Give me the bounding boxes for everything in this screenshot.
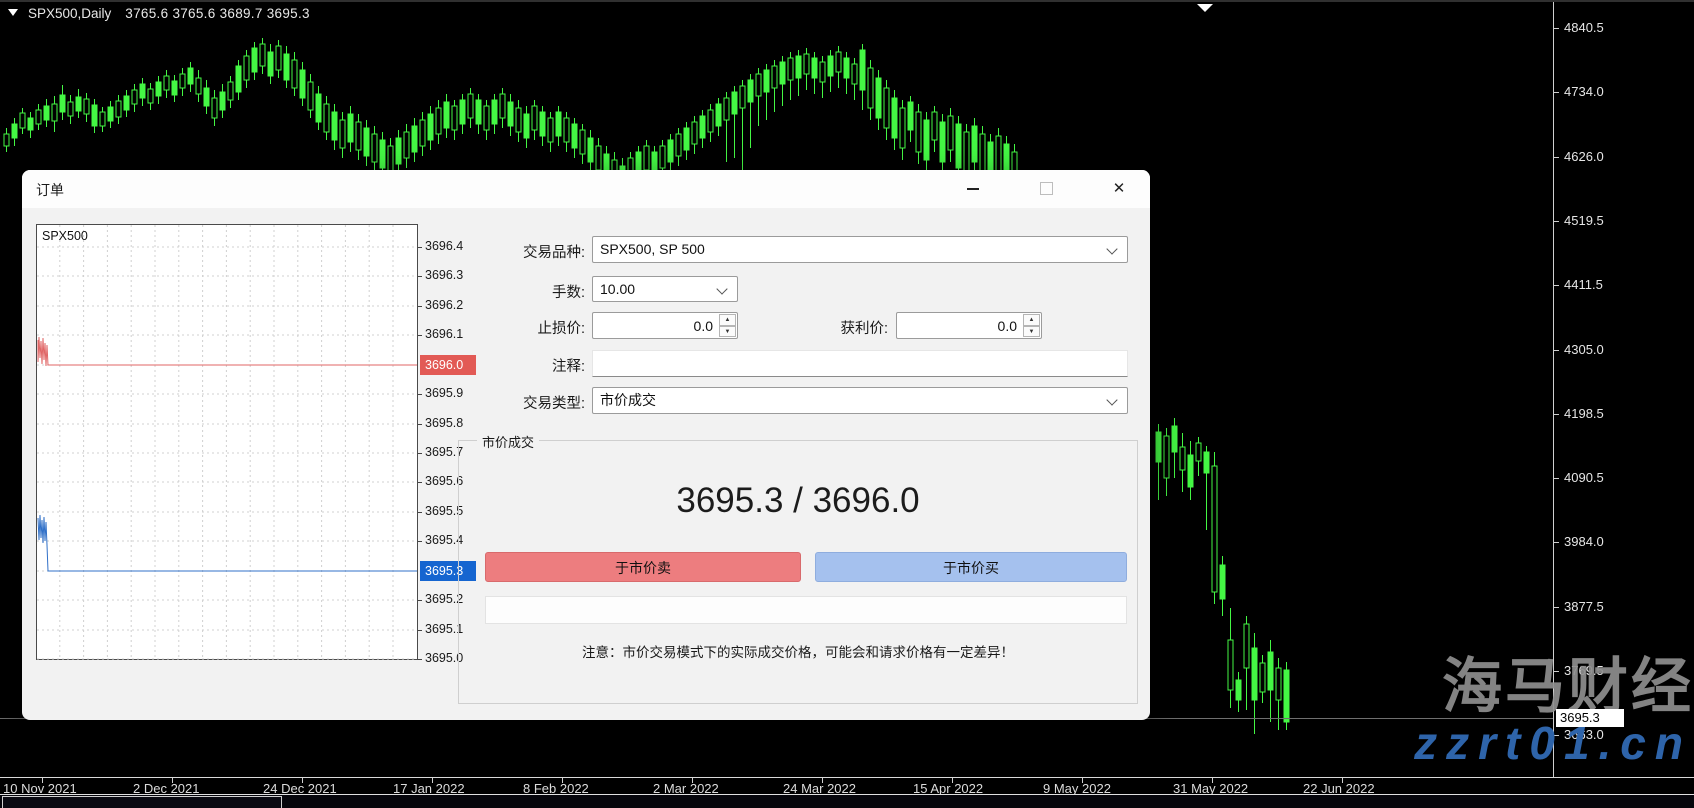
price-axis-label: 4840.5 — [1564, 20, 1604, 35]
takeprofit-field-label: 获利价: — [728, 317, 888, 338]
price-axis-tick — [1554, 92, 1559, 93]
ohlc-values: 3765.6 3765.6 3689.7 3695.3 — [125, 6, 310, 21]
price-axis-label: 4305.0 — [1564, 342, 1604, 357]
price-axis-tick — [1554, 285, 1559, 286]
tick-scale-mark — [418, 424, 422, 425]
time-axis[interactable]: 10 Nov 20212 Dec 202124 Dec 202117 Jan 2… — [0, 777, 1694, 794]
current-price-tag: 3695.3 — [1556, 709, 1624, 727]
spin-down-button[interactable]: ▼ — [1023, 326, 1040, 338]
close-icon: ✕ — [1113, 180, 1126, 197]
tick-scale-mark — [418, 394, 422, 395]
bid-ask-price: 3695.3 / 3696.0 — [459, 481, 1137, 521]
tick-scale-mark — [418, 247, 422, 248]
price-axis-label: 3984.0 — [1564, 534, 1604, 549]
symbol-select[interactable]: SPX500, SP 500 — [592, 236, 1128, 263]
maximize-icon — [1040, 182, 1053, 195]
comment-input[interactable] — [592, 350, 1128, 377]
stoploss-input[interactable] — [593, 313, 737, 338]
chevron-down-icon — [716, 283, 727, 294]
market-panel-title: 市价成交 — [477, 432, 539, 451]
market-execution-panel: 市价成交 3695.3 / 3696.0 于市价卖 于市价买 注意：市价交易模式… — [458, 440, 1138, 704]
price-axis-tick — [1554, 350, 1559, 351]
symbol-field-label: 交易品种: — [425, 241, 585, 262]
price-axis-tick — [1554, 414, 1559, 415]
tick-scale-mark — [418, 453, 422, 454]
price-axis-tick — [1554, 157, 1559, 158]
tick-scale-mark — [418, 276, 422, 277]
scroll-to-end-icon[interactable] — [1197, 4, 1213, 12]
price-axis-tick — [1554, 478, 1559, 479]
stoploss-spinner: ▲ ▼ — [592, 312, 738, 339]
minimize-icon — [967, 188, 979, 190]
tick-scale-mark — [418, 659, 422, 660]
price-axis-tick — [1554, 221, 1559, 222]
price-axis-label: 3877.5 — [1564, 599, 1604, 614]
status-strip-box — [2, 796, 282, 808]
tick-scale-mark — [418, 600, 422, 601]
symbol-period-label: SPX500,Daily — [28, 6, 111, 21]
tick-chart — [36, 224, 418, 660]
dialog-title: 订单 — [36, 180, 64, 200]
stoploss-field-label: 止损价: — [425, 317, 585, 338]
symbol-select-value: SPX500, SP 500 — [600, 241, 705, 257]
ordertype-field-label: 交易类型: — [425, 392, 585, 413]
volume-select[interactable]: 10.00 — [592, 276, 738, 302]
order-dialog: 订单 ✕ SPX500 3696.43696.33696.23696.13696… — [22, 170, 1150, 720]
tick-scale-mark — [418, 512, 422, 513]
chevron-down-icon — [1106, 243, 1117, 254]
dialog-titlebar[interactable]: 订单 ✕ — [22, 170, 1150, 208]
tick-scale-mark — [418, 306, 422, 307]
price-axis-label: 4626.0 — [1564, 149, 1604, 164]
minimize-button[interactable] — [950, 174, 996, 204]
takeprofit-spinner: ▲ ▼ — [896, 312, 1042, 339]
price-axis-label: 4519.5 — [1564, 213, 1604, 228]
tick-scale-mark — [418, 541, 422, 542]
tick-scale-mark — [418, 482, 422, 483]
price-axis-label: 4734.0 — [1564, 84, 1604, 99]
volume-select-value: 10.00 — [600, 281, 635, 297]
ordertype-select-value: 市价成交 — [600, 392, 656, 408]
chevron-down-icon — [1106, 394, 1117, 405]
ordertype-select[interactable]: 市价成交 — [592, 387, 1128, 414]
trading-terminal: SPX500,Daily3765.6 3765.6 3689.7 3695.3 … — [0, 0, 1694, 808]
price-axis-label: 4198.5 — [1564, 406, 1604, 421]
price-axis-tick — [1554, 607, 1559, 608]
maximize-button[interactable] — [1023, 174, 1069, 204]
status-strip — [0, 794, 1694, 808]
tick-scale-label: 3695.8 — [425, 416, 463, 430]
market-note: 注意：市价交易模式下的实际成交价格，可能会和请求价格有一定差异！ — [459, 641, 1137, 661]
chart-symbol-line: SPX500,Daily 3765.6 3765.6 3689.7 3695.3 — [8, 6, 310, 21]
price-axis-label: 4411.5 — [1564, 277, 1603, 292]
buy-by-market-button[interactable]: 于市价买 — [815, 552, 1127, 582]
tick-scale-mark — [418, 630, 422, 631]
watermark-url: zzrt01.cn — [1414, 716, 1692, 770]
price-axis-tick — [1554, 28, 1559, 29]
tick-scale-mark — [418, 335, 422, 336]
price-axis-tick — [1554, 542, 1559, 543]
comment-field-label: 注释: — [425, 355, 585, 376]
sell-by-market-button[interactable]: 于市价卖 — [485, 552, 801, 582]
close-button[interactable]: ✕ — [1096, 174, 1142, 204]
takeprofit-input[interactable] — [897, 313, 1041, 338]
volume-field-label: 手数: — [425, 281, 585, 302]
price-axis-label: 4090.5 — [1564, 470, 1604, 485]
tick-scale-label: 3696.3 — [425, 268, 463, 282]
spin-up-button[interactable]: ▲ — [1023, 314, 1040, 326]
trade-result-area — [485, 596, 1127, 624]
tick-chart-symbol: SPX500 — [42, 229, 88, 243]
symbol-dropdown-icon — [8, 9, 18, 16]
window-top-edge — [0, 0, 1694, 2]
